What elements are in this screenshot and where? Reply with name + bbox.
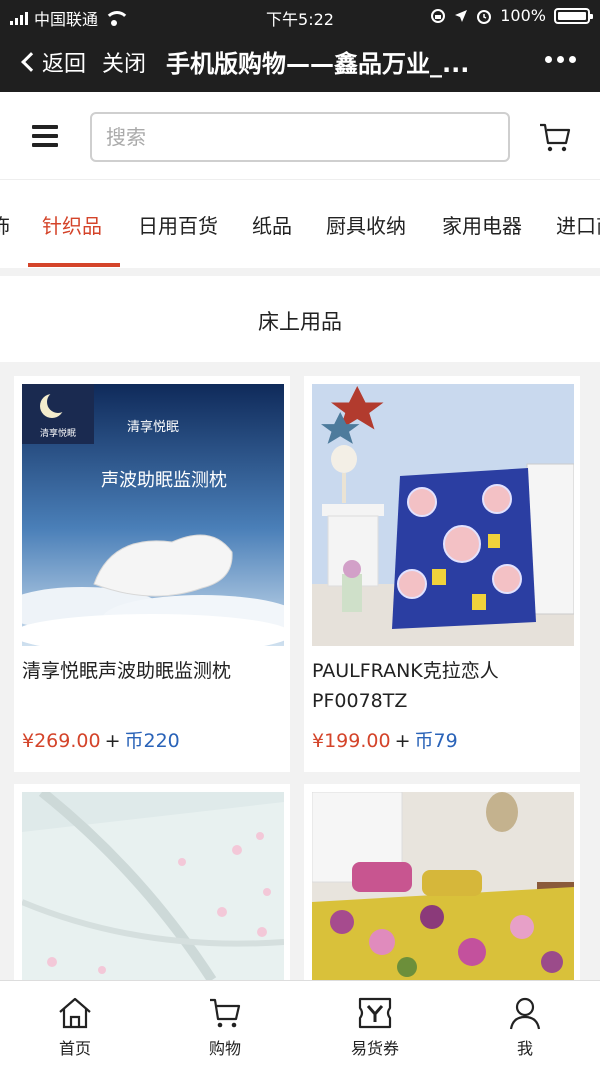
product-image: 清享悦眠 声波助眠监测枕 清享悦眠 [22, 384, 284, 646]
product-card[interactable]: PAULFRANK克拉恋人PF0078TZ ¥199.00 + 币79 [304, 376, 580, 772]
product-image [312, 792, 574, 980]
price-plus: + [394, 730, 411, 752]
tab-category-4[interactable]: 厨具收纳 [326, 210, 406, 239]
product-name: PAULFRANK克拉恋人PF0078TZ [312, 660, 499, 712]
price-plus: + [104, 730, 121, 752]
top-bar: 中国联通 下午5:22 100% 返回 关闭 手机版购物——鑫品万业_... [0, 0, 600, 92]
product-coin-price: 币220 [124, 730, 180, 752]
cart-icon [210, 998, 241, 1028]
tab-category-6[interactable]: 进口商 [556, 210, 600, 239]
nav-shopping[interactable]: 购物 [150, 981, 300, 1067]
location-icon [455, 9, 468, 22]
chevron-left-icon [21, 52, 41, 72]
image-overlay-subtitle: 声波助眠监测枕 [101, 470, 227, 491]
product-rmb-price: ¥269.00 [22, 730, 101, 752]
product-image [22, 792, 284, 980]
search-input[interactable] [90, 112, 510, 162]
title-bar: 返回 关闭 手机版购物——鑫品万业_... [0, 32, 600, 92]
nav-label: 我 [516, 1039, 533, 1058]
tab-category-0[interactable]: 饰 [0, 210, 10, 239]
nav-me[interactable]: 我 [450, 981, 600, 1067]
product-card[interactable] [14, 784, 290, 980]
cart-icon[interactable] [538, 120, 572, 154]
back-button[interactable]: 返回 [18, 46, 86, 78]
tab-category-2[interactable]: 日用百货 [138, 210, 218, 239]
active-tab-indicator [28, 263, 120, 267]
user-icon [509, 997, 541, 1030]
nav-home[interactable]: 首页 [0, 981, 150, 1067]
more-menu-icon[interactable] [545, 56, 576, 63]
nav-label: 易货券 [350, 1039, 399, 1058]
back-label: 返回 [42, 52, 87, 77]
alarm-icon [477, 9, 492, 24]
menu-icon[interactable] [32, 125, 58, 147]
tab-category-5[interactable]: 家用电器 [442, 210, 522, 239]
product-name: 清享悦眠声波助眠监测枕 [22, 660, 232, 682]
nav-label: 购物 [208, 1039, 241, 1058]
battery-percent: 100% [500, 6, 546, 25]
section-header: 床上用品 [0, 276, 600, 362]
voucher-icon [358, 997, 392, 1029]
product-card[interactable]: 清享悦眠 声波助眠监测枕 清享悦眠 清享悦眠声波助眠监测枕 ¥269.00 + 币2… [14, 376, 290, 772]
bottom-nav: 首页 购物 易货券 我 [0, 980, 600, 1067]
product-coin-price: 币79 [414, 730, 458, 752]
image-overlay-title: 清享悦眠 [127, 419, 179, 435]
image-brand-logo: 清享悦眠 [40, 427, 76, 439]
search-header [0, 92, 600, 180]
category-tabs: 饰 针织品 日用百货 纸品 厨具收纳 家用电器 进口商 [0, 180, 600, 268]
tab-category-3[interactable]: 纸品 [252, 210, 292, 239]
product-card[interactable] [304, 784, 580, 980]
status-bar: 中国联通 下午5:22 100% [0, 0, 600, 32]
nav-voucher[interactable]: 易货券 [300, 981, 450, 1067]
rotation-lock-icon [431, 8, 446, 23]
product-rmb-price: ¥199.00 [312, 730, 391, 752]
status-right: 100% [430, 6, 593, 25]
home-icon [59, 997, 91, 1029]
product-image [312, 384, 574, 646]
product-price: ¥199.00 + 币79 [312, 726, 458, 753]
product-price: ¥269.00 + 币220 [22, 726, 180, 753]
section-title: 床上用品 [258, 310, 342, 334]
close-button[interactable]: 关闭 [102, 46, 146, 78]
tab-category-1[interactable]: 针织品 [42, 210, 102, 239]
page-title: 手机版购物——鑫品万业_... [166, 50, 470, 78]
battery-icon [554, 7, 593, 24]
nav-label: 首页 [58, 1039, 91, 1058]
